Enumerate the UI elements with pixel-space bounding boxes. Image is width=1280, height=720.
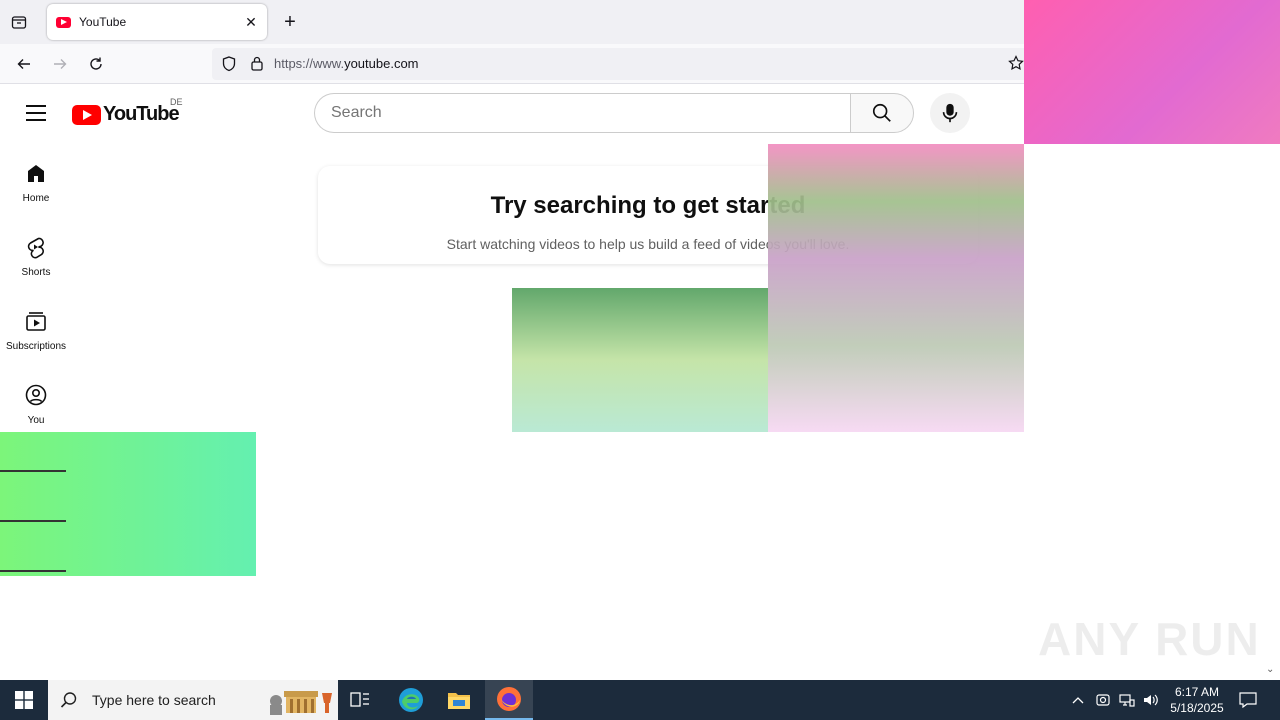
file-explorer-folder-icon <box>448 693 470 709</box>
shorts-icon <box>27 237 44 259</box>
search-box[interactable] <box>314 93 852 133</box>
windows-taskbar: Type here to search 6:17 AM 5/18/2025 <box>0 680 1280 720</box>
reload-icon[interactable] <box>86 54 106 74</box>
network-icon[interactable] <box>1116 680 1138 720</box>
scroll-down-arrow-icon[interactable]: ⌄ <box>1266 664 1276 675</box>
anyrun-watermark: ANY RUN <box>1038 613 1261 665</box>
search-icon <box>872 103 891 122</box>
taskbar-edge-button[interactable] <box>387 680 435 720</box>
url-text: https://www.youtube.com <box>274 56 419 71</box>
task-view-icon <box>350 692 369 707</box>
render-glitch-center <box>512 288 768 432</box>
back-arrow-icon[interactable] <box>14 54 34 74</box>
windows-logo-icon <box>15 691 33 709</box>
guide-item-subscriptions[interactable]: Subscriptions <box>0 289 72 363</box>
firefox-icon <box>497 687 521 711</box>
task-view-button[interactable] <box>336 680 384 720</box>
home-icon <box>28 165 44 182</box>
subscriptions-icon <box>26 312 46 331</box>
guide-item-shorts[interactable]: Shorts <box>0 215 72 289</box>
address-bar[interactable]: https://www.youtube.com <box>212 48 1032 80</box>
country-code: DE <box>170 97 183 107</box>
guide-menu-icon[interactable] <box>26 105 46 121</box>
taskbar-firefox-button[interactable] <box>485 680 533 720</box>
taskbar-clock[interactable]: 6:17 AM 5/18/2025 <box>1160 684 1234 716</box>
guide-item-you[interactable]: You <box>0 363 72 437</box>
you-icon <box>25 384 47 406</box>
feed-empty-prompt: Try searching to get started Start watch… <box>318 166 978 264</box>
new-tab-button[interactable]: + <box>280 12 300 32</box>
browser-tab-youtube[interactable]: YouTube ✕ <box>47 4 267 40</box>
taskbar-search-placeholder: Type here to search <box>92 692 216 708</box>
voice-search-button[interactable] <box>930 93 970 133</box>
tray-app-icon[interactable] <box>1092 680 1114 720</box>
search-icon <box>60 692 77 708</box>
volume-icon[interactable] <box>1140 680 1162 720</box>
bookmark-star-icon[interactable] <box>1008 55 1024 76</box>
clock-time: 6:17 AM <box>1174 685 1220 699</box>
guide-label-subscriptions: Subscriptions <box>5 341 67 352</box>
feed-prompt-heading: Try searching to get started <box>490 192 806 219</box>
forward-arrow-icon[interactable] <box>50 54 70 74</box>
lock-icon[interactable] <box>250 55 264 76</box>
tab-title: YouTube <box>79 15 127 29</box>
logo-text: YouTube <box>103 103 180 125</box>
show-hidden-icons-chevron-icon[interactable] <box>1068 680 1088 720</box>
youtube-favicon-icon <box>56 16 71 28</box>
tracking-protection-shield-icon[interactable] <box>222 56 236 77</box>
search-button[interactable] <box>850 93 914 133</box>
taskbar-file-explorer-button[interactable] <box>435 680 483 720</box>
guide-item-home[interactable]: Home <box>0 141 72 215</box>
edge-browser-icon <box>399 688 423 712</box>
browser-navbar: https://www.youtube.com <box>0 44 1280 84</box>
guide-label-home: Home <box>22 193 50 204</box>
feed-prompt-subtext: Start watching videos to help us build a… <box>446 236 850 252</box>
start-button[interactable] <box>0 680 48 720</box>
tab-list-icon[interactable] <box>8 12 30 32</box>
url-prefix: https://www. <box>274 56 345 71</box>
guide-label-shorts: Shorts <box>21 267 51 278</box>
guide-label-you: You <box>27 415 45 426</box>
youtube-play-logo-icon <box>72 104 101 125</box>
youtube-logo[interactable]: YouTube DE <box>72 97 183 126</box>
youtube-masthead: YouTube DE <box>0 85 1280 141</box>
search-highlight-illustration-icon <box>270 691 332 715</box>
render-glitch-left <box>0 432 256 576</box>
search-input[interactable] <box>331 94 831 132</box>
close-tab-icon[interactable]: ✕ <box>243 14 259 30</box>
microphone-icon <box>942 103 958 123</box>
url-host: youtube.com <box>344 56 419 71</box>
browser-tabstrip: YouTube ✕ + <box>0 0 1280 44</box>
notification-center-icon[interactable] <box>1236 680 1260 720</box>
clock-date: 5/18/2025 <box>1170 701 1224 715</box>
taskbar-search-box[interactable]: Type here to search <box>48 680 338 720</box>
